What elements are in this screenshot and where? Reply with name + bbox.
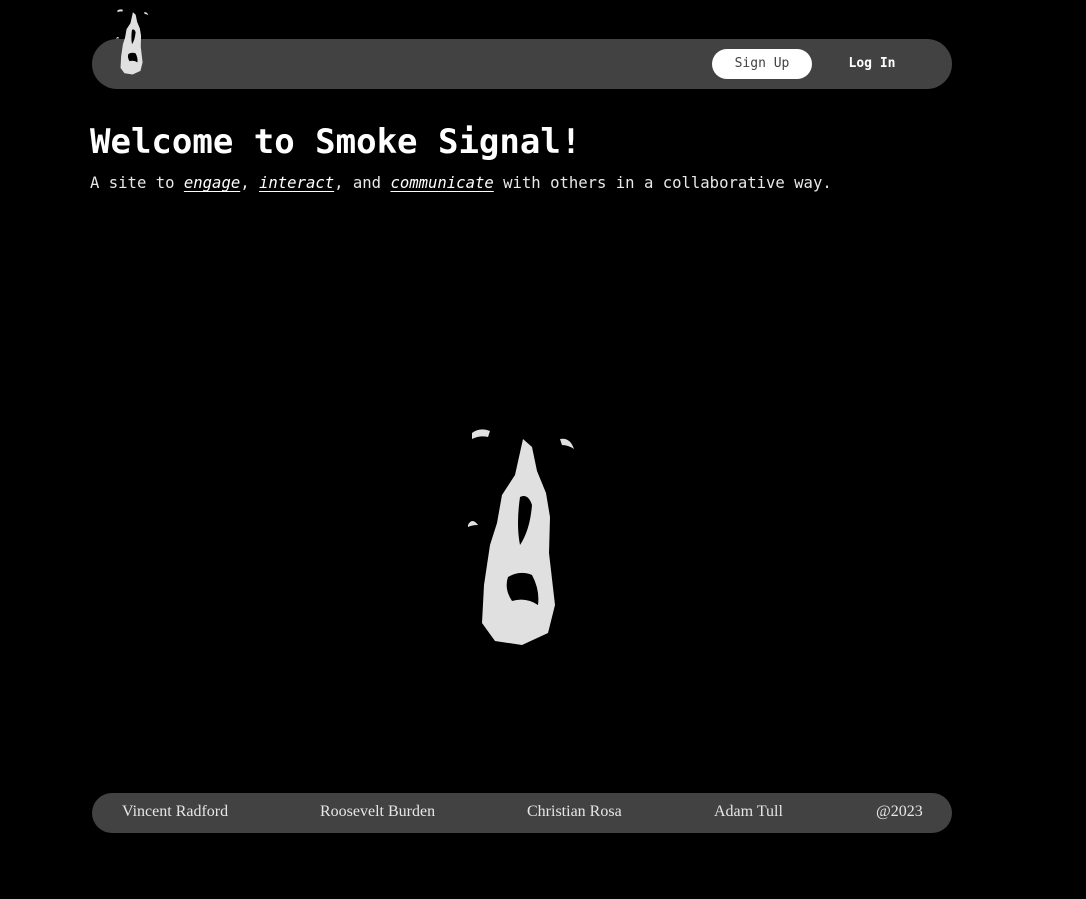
subtitle-separator-2: , and [334,174,391,192]
interact-keyword: interact [259,174,335,192]
footer-credit-adam-tull: Adam Tull [714,803,783,820]
subtitle-separator-1: , [240,174,260,192]
sign-up-button[interactable]: Sign Up [712,49,812,79]
smoke-flame-icon [468,429,574,645]
engage-keyword: engage [183,174,241,192]
subtitle-suffix: with others in a collaborative way. [493,174,832,192]
navbar [92,39,952,89]
hero-subtitle: A site to engage, interact, and communic… [90,172,832,194]
communicate-keyword: communicate [390,174,494,192]
page-title: Welcome to Smoke Signal! [90,122,582,162]
footer-copyright: @2023 [876,803,923,820]
subtitle-prefix: A site to [90,174,184,192]
footer-credit-roosevelt-burden: Roosevelt Burden [320,803,436,820]
smoke-flame-icon[interactable] [112,8,152,76]
log-in-button[interactable]: Log In [832,49,912,79]
footer-credit-vincent-radford: Vincent Radford [122,803,229,820]
footer-credit-christian-rosa: Christian Rosa [527,803,622,820]
